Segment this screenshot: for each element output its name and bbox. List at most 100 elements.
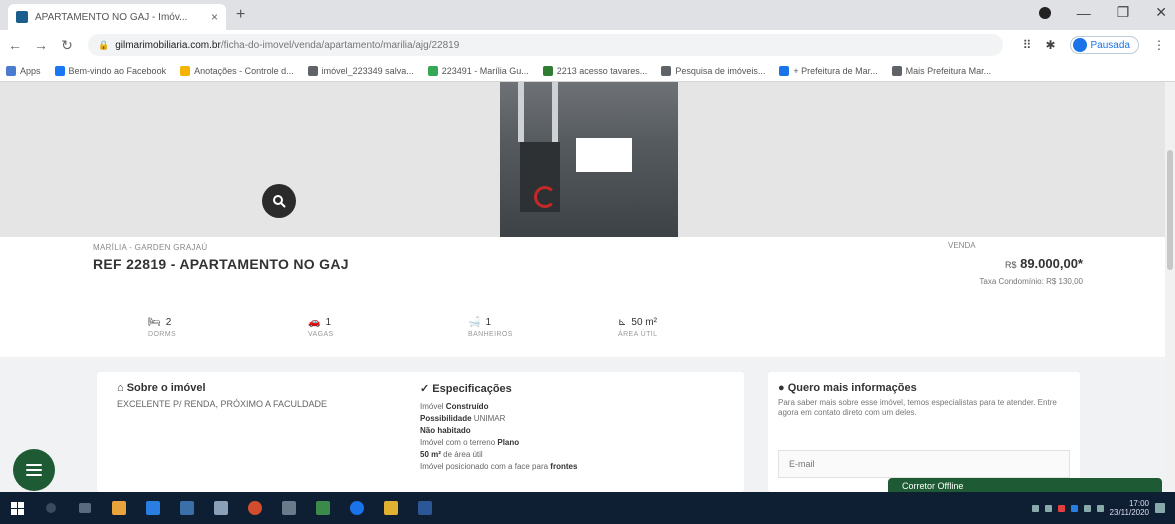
bath-icon: 🛁 bbox=[468, 317, 481, 328]
bookmark-item[interactable]: + Prefeitura de Mar... bbox=[779, 65, 878, 76]
menu-kebab-icon[interactable]: ⋮ bbox=[1153, 38, 1165, 52]
spec-value: 50 m² bbox=[420, 450, 441, 459]
taskbar-app-icon[interactable] bbox=[306, 492, 340, 524]
spec-prefix: Imóvel com o terreno bbox=[420, 438, 498, 447]
new-tab-button[interactable]: + bbox=[236, 6, 245, 24]
task-view-icon[interactable] bbox=[68, 492, 102, 524]
spec-value: Construído bbox=[445, 402, 489, 411]
bookmark-item[interactable]: imóvel_223349 salva... bbox=[307, 65, 414, 76]
chat-widget[interactable]: Corretor Offline bbox=[888, 478, 1162, 492]
start-button[interactable] bbox=[0, 492, 34, 524]
window-controls: — ❐ ✕ bbox=[1038, 4, 1167, 21]
bookmark-item[interactable]: Pesquisa de imóveis... bbox=[661, 65, 765, 76]
spec-value: frontes bbox=[550, 462, 578, 471]
info-icon: ● bbox=[778, 382, 785, 394]
bookmarks-bar: Apps Bem-vindo ao Facebook Anotações - Con… bbox=[0, 60, 1175, 82]
feature-label: BANHEIROS bbox=[468, 331, 513, 338]
bookmark-item[interactable]: 223491 - Marília Gu... bbox=[427, 65, 529, 76]
profile-pill[interactable]: Pausada bbox=[1069, 36, 1139, 54]
tray-icon[interactable] bbox=[1031, 504, 1039, 512]
scrollbar-thumb[interactable] bbox=[1167, 150, 1173, 270]
taskbar-app-icon[interactable] bbox=[136, 492, 170, 524]
bed-icon: 🛏 bbox=[148, 317, 161, 328]
spec-item: 50 m² de área útil bbox=[420, 449, 577, 461]
price: R$ 89.000,00* bbox=[1005, 256, 1083, 271]
photo-detail bbox=[518, 82, 524, 142]
tray-icon[interactable] bbox=[1057, 504, 1065, 512]
tab-title: APARTAMENTO NO GAJ - Imóv... bbox=[35, 11, 188, 23]
photo-detail bbox=[552, 82, 558, 142]
browser-tab[interactable]: APARTAMENTO NO GAJ - Imóv... × bbox=[8, 4, 226, 30]
bookmark-favicon-icon bbox=[54, 65, 65, 76]
bookmark-item[interactable]: Bem-vindo ao Facebook bbox=[54, 65, 166, 76]
clock[interactable]: 17:00 23/11/2020 bbox=[1110, 499, 1149, 517]
details-card: ⌂ Sobre o imóvel EXCELENTE P/ RENDA, PRÓ… bbox=[97, 372, 744, 492]
breadcrumb: MARÍLIA - GARDEN GRAJAÚ bbox=[93, 243, 208, 252]
page-content: MARÍLIA - GARDEN GRAJAÚ REF 22819 - APAR… bbox=[0, 82, 1175, 492]
wifi-icon[interactable] bbox=[1083, 504, 1091, 512]
bookmark-item[interactable]: Apps bbox=[6, 65, 41, 76]
feature-label: DORMS bbox=[148, 331, 177, 338]
maximize-icon[interactable]: ❐ bbox=[1117, 4, 1130, 21]
scrollbar[interactable] bbox=[1165, 82, 1175, 492]
taskbar-app-icon[interactable] bbox=[374, 492, 408, 524]
profile-label: Pausada bbox=[1090, 39, 1130, 51]
tray-icon[interactable] bbox=[1044, 504, 1052, 512]
bookmark-label: Anotações - Controle d... bbox=[194, 65, 294, 76]
taskbar-app-icon[interactable] bbox=[102, 492, 136, 524]
taskbar-app-icon[interactable] bbox=[238, 492, 272, 524]
url-host: gilmarimobiliaria.com.br bbox=[115, 39, 221, 51]
taskbar-app-icon[interactable] bbox=[272, 492, 306, 524]
bookmark-label: Apps bbox=[20, 65, 41, 76]
extension-puzzle-icon[interactable]: ✱ bbox=[1045, 38, 1055, 52]
taskbar-app-icon[interactable] bbox=[170, 492, 204, 524]
profile-icon[interactable] bbox=[1038, 6, 1051, 19]
forward-icon[interactable]: → bbox=[30, 37, 52, 53]
listing-header: MARÍLIA - GARDEN GRAJAÚ REF 22819 - APAR… bbox=[0, 237, 1165, 357]
price-value: 89.000,00* bbox=[1020, 256, 1083, 271]
bookmark-favicon-icon bbox=[427, 65, 438, 76]
address-bar[interactable]: 🔒 gilmarimobiliaria.com.br /ficha-do-imo… bbox=[88, 34, 1003, 56]
menu-fab-button[interactable] bbox=[13, 449, 55, 491]
spec-value: Não habitado bbox=[420, 426, 471, 435]
taskbar-app-icon[interactable] bbox=[408, 492, 442, 524]
feature-value-row: 🛁 1 bbox=[468, 317, 568, 328]
email-field[interactable] bbox=[778, 450, 1070, 478]
spec-item: Imóvel com o terreno Plano bbox=[420, 437, 577, 449]
taskbar-search-icon[interactable] bbox=[34, 492, 68, 524]
url-path: /ficha-do-imovel/venda/apartamento/maril… bbox=[220, 39, 460, 51]
taskbar-app-icon[interactable] bbox=[204, 492, 238, 524]
bookmark-item[interactable]: Anotações - Controle d... bbox=[180, 65, 294, 76]
car-icon: 🚗 bbox=[308, 317, 321, 328]
spec-suffix: de área útil bbox=[440, 450, 483, 459]
feature-label: VAGAS bbox=[308, 331, 334, 338]
taskbar-app-icon[interactable] bbox=[340, 492, 374, 524]
tray-icon[interactable] bbox=[1070, 504, 1078, 512]
bookmark-favicon-icon bbox=[307, 65, 318, 76]
hamburger-icon bbox=[26, 461, 42, 479]
back-icon[interactable]: ← bbox=[4, 37, 26, 53]
zoom-search-button[interactable] bbox=[262, 184, 296, 218]
contact-card: ● Quero mais informações Para saber mais… bbox=[768, 372, 1080, 492]
bookmark-label: Mais Prefeitura Mar... bbox=[905, 65, 992, 76]
tab-close-icon[interactable]: × bbox=[211, 10, 218, 24]
property-photo[interactable] bbox=[500, 82, 678, 237]
browser-toolbar: ← → ↻ 🔒 gilmarimobiliaria.com.br /ficha-… bbox=[0, 30, 1175, 60]
reload-icon[interactable]: ↻ bbox=[56, 37, 78, 54]
bookmark-favicon-icon bbox=[779, 65, 790, 76]
bookmark-item[interactable]: 2213 acesso tavares... bbox=[542, 65, 647, 76]
watermark-logo bbox=[540, 192, 571, 208]
bookmark-item[interactable]: Mais Prefeitura Mar... bbox=[891, 65, 992, 76]
price-currency: R$ bbox=[1004, 260, 1017, 270]
minimize-icon[interactable]: — bbox=[1077, 5, 1091, 21]
volume-icon[interactable] bbox=[1096, 504, 1104, 512]
spec-prefix: Imóvel posicionado com a face para bbox=[420, 462, 551, 471]
bookmark-favicon-icon bbox=[180, 65, 191, 76]
search-icon bbox=[273, 195, 286, 208]
bookmark-favicon-icon bbox=[6, 65, 16, 76]
notifications-icon[interactable] bbox=[1155, 503, 1165, 513]
extensions-grid-icon[interactable]: ⠿ bbox=[1023, 38, 1032, 52]
toolbar-actions: ⠿ ✱ Pausada ⋮ bbox=[1023, 36, 1165, 54]
close-window-icon[interactable]: ✕ bbox=[1155, 4, 1167, 21]
feature-item: 🛏 2 DORMS bbox=[148, 317, 248, 338]
